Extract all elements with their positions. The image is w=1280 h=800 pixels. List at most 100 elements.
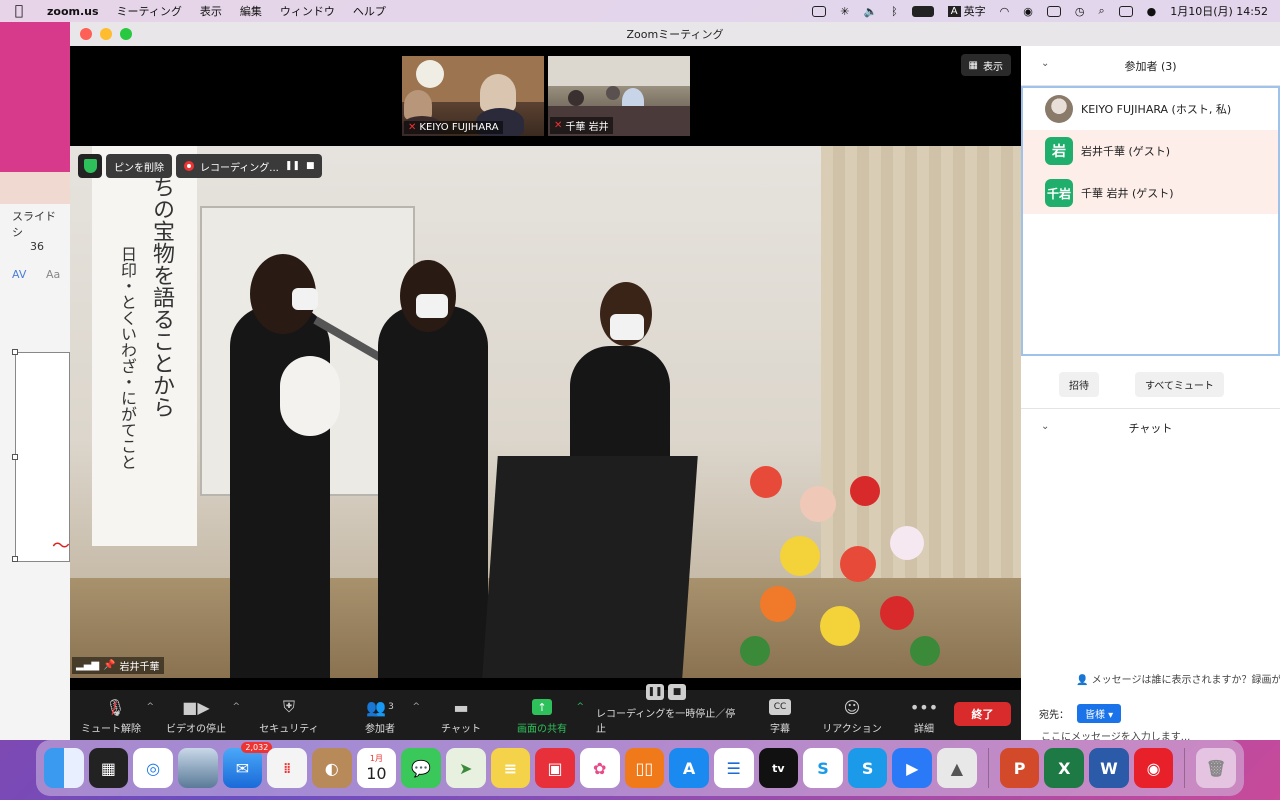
mute-all-button[interactable]: すべてミュート (1135, 371, 1224, 397)
end-meeting-button[interactable]: 終了 (954, 702, 1011, 726)
chat-message-input[interactable]: ここにメッセージを入力します... (1041, 728, 1190, 740)
powerpoint-icon[interactable]: P (999, 748, 1040, 788)
chevron-down-icon[interactable]: ⌄ (1041, 58, 1049, 69)
security-button[interactable]: ⛨ セキュリティ (258, 696, 320, 735)
participants-button[interactable]: 👥 3 参加者 ^ (352, 696, 420, 736)
chevron-up-icon[interactable]: ^ (146, 702, 154, 712)
reactions-button[interactable]: ☺ リアクション (822, 696, 882, 736)
bluetooth-icon[interactable]: ᛒ (884, 5, 905, 18)
participant-row[interactable]: 岩 岩井千華 (ゲスト) (1023, 130, 1278, 172)
recording-indicator[interactable]: レコーディング... ❚❚ ■ (176, 154, 323, 178)
participant-row[interactable]: 千岩 千華 岩井 (ゲスト) (1023, 172, 1278, 214)
view-button[interactable]: ▦ 表示 (960, 54, 1011, 76)
maps-icon[interactable]: ➤ (445, 748, 486, 788)
skype-icon[interactable]: S (803, 748, 843, 788)
pause-icon[interactable]: ❚❚ (285, 161, 300, 171)
zoom-status-icon[interactable] (805, 5, 833, 17)
safari-icon[interactable]: ◎ (133, 748, 173, 788)
resize-handle[interactable] (12, 454, 18, 460)
finder-icon[interactable] (44, 748, 84, 788)
word-icon[interactable]: W (1089, 748, 1129, 788)
chevron-up-icon[interactable]: ^ (576, 702, 584, 712)
menu-window[interactable]: ウィンドウ (271, 3, 344, 19)
menu-app[interactable]: zoom.us (38, 5, 108, 18)
encryption-shield-icon[interactable] (78, 154, 102, 178)
menu-meeting[interactable]: ミーティング (108, 3, 191, 19)
text-case-label[interactable]: Aa (46, 268, 60, 281)
pause-icon[interactable]: ❚❚ (646, 684, 664, 700)
thumbnail-chika[interactable]: ✕ 千華 岩井 (548, 56, 690, 136)
recording-control-button[interactable]: ❚❚ ■ レコーディングを一時停止／停止 (596, 681, 736, 735)
siri-icon[interactable]: ● (1140, 5, 1164, 18)
input-mode-icon[interactable]: A 英字 (941, 3, 993, 19)
wifi-icon[interactable]: ◠ (993, 5, 1017, 18)
menu-help[interactable]: ヘルプ (344, 3, 395, 19)
font-size-field[interactable]: 36 (30, 240, 44, 253)
keyboard-icon[interactable] (1040, 5, 1068, 17)
reminders-icon[interactable]: ☰ (713, 748, 754, 788)
app-store-icon[interactable]: A (669, 748, 709, 788)
chevron-down-icon[interactable]: ⌄ (1041, 421, 1049, 432)
participant-row[interactable]: KEIYO FUJIHARA (ホスト, 私) (1023, 88, 1278, 130)
recipient-dropdown[interactable]: 皆様 ▾ (1077, 704, 1122, 723)
zoom-icon[interactable]: ▶ (892, 748, 933, 788)
active-speaker-video[interactable]: ちの宝物を語ることから 日印・とくいわざ・にがてこと ▂▄▆ 📌 岩井千華 (70, 146, 1021, 678)
invite-button[interactable]: 招待 (1059, 371, 1099, 397)
slide-toolbar-label[interactable]: スライド シ (12, 208, 70, 240)
chat-button[interactable]: ▬ チャット (436, 696, 486, 736)
stop-video-button[interactable]: ■▶ ビデオの停止 ^ (164, 696, 240, 736)
clock-icon[interactable]: ◷ (1068, 5, 1092, 18)
meeting-overlay-bar: ピンを削除 レコーディング... ❚❚ ■ (78, 154, 323, 178)
spotlight-icon[interactable]: ⌕ (1091, 4, 1111, 18)
books-icon[interactable]: ▯▯ (624, 748, 665, 788)
stop-icon[interactable]: ■ (306, 161, 315, 171)
dock-separator (987, 748, 989, 788)
background-app-window[interactable]: スライド シ 36 AV Aa 〜 (0, 22, 70, 740)
keynote-icon[interactable]: ▲ (937, 748, 977, 788)
slide-canvas-shape[interactable] (15, 352, 70, 562)
close-window-button[interactable] (80, 28, 92, 40)
preview-icon[interactable] (177, 748, 218, 788)
character-spacing-label[interactable]: AV (12, 268, 26, 281)
muted-mic-icon: 🎙 / (105, 697, 126, 717)
control-center-icon[interactable] (1112, 5, 1140, 17)
excel-icon[interactable]: X (1044, 748, 1085, 788)
thumbnail-keiyo[interactable]: ✕ KEIYO FUJIHARA (402, 56, 544, 136)
resize-handle[interactable] (12, 556, 18, 562)
share-screen-button[interactable]: ↑ 画面の共有 ^ (512, 696, 584, 735)
chevron-up-icon[interactable]: ^ (232, 702, 240, 712)
chevron-up-icon[interactable]: ^ (412, 702, 420, 712)
apple-menu-icon[interactable]:  (0, 3, 38, 19)
trash-icon[interactable]: 🗑 (1196, 748, 1237, 788)
captions-button[interactable]: CC 字幕 (760, 696, 800, 735)
photos-icon[interactable]: ✿ (579, 748, 620, 788)
contacts-icon[interactable]: ◐ (311, 748, 352, 788)
apple-tv-icon[interactable]: tv (758, 748, 799, 788)
volume-icon[interactable]: 🔈 (856, 5, 884, 18)
skype-alt-icon[interactable]: S (847, 748, 888, 788)
menu-view[interactable]: 表示 (191, 3, 231, 19)
menu-clock[interactable]: 1月10日(月) 14:52 (1163, 3, 1280, 19)
messages-icon[interactable]: 💬 (401, 748, 441, 788)
security-app-icon[interactable]: ◉ (1133, 748, 1174, 788)
calendar-icon[interactable]: 1月 10 (356, 748, 397, 788)
mail-icon[interactable]: ✉ 2,032 (222, 742, 273, 788)
photo-booth-icon[interactable]: ▣ (535, 748, 575, 788)
zoom-window-button[interactable] (120, 28, 132, 40)
notes-icon[interactable]: ≡ (490, 748, 531, 788)
red-curve-mark: 〜 (52, 536, 70, 557)
menu-edit[interactable]: 編集 (231, 3, 271, 19)
unpin-button[interactable]: ピンを削除 (106, 154, 172, 178)
unpin-label: ピンを削除 (114, 162, 164, 174)
resize-handle[interactable] (12, 349, 18, 355)
stop-icon[interactable]: ■ (668, 684, 686, 700)
minimize-window-button[interactable] (100, 28, 112, 40)
battery-icon[interactable] (905, 5, 941, 17)
launchpad-icon[interactable]: ⣿ (267, 748, 307, 788)
mic-status-icon[interactable]: ✳ (833, 5, 856, 18)
more-button[interactable]: ••• 詳細 (904, 696, 944, 736)
unmute-button[interactable]: 🎙 / ミュート解除 ^ (80, 696, 154, 736)
user-icon[interactable]: ◉ (1016, 5, 1040, 18)
who-can-see-link[interactable]: 👤 メッセージは誰に表示されますか？録画が (1076, 671, 1280, 686)
mission-control-icon[interactable]: ▦ (88, 748, 129, 788)
